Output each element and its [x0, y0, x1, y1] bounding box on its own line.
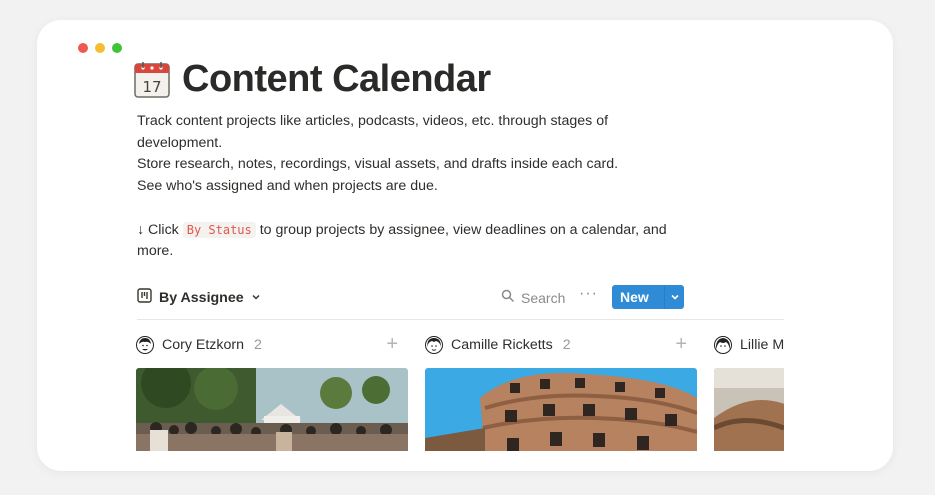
search-button[interactable]: Search	[501, 289, 565, 306]
view-label: By Assignee	[159, 289, 244, 306]
page-header: 17 Content Calendar	[134, 58, 491, 101]
avatar	[425, 336, 443, 354]
new-button[interactable]: New	[612, 289, 664, 305]
description-line-2: Store research, notes, recordings, visua…	[137, 156, 619, 173]
page-description: Track content projects like articles, po…	[137, 111, 697, 263]
column-name: Cory Etzkorn	[162, 337, 244, 353]
description-hint: ↓ Click By Status to group projects by a…	[137, 220, 697, 263]
avatar	[714, 336, 732, 354]
view-switcher[interactable]: By Assignee	[137, 288, 261, 307]
board-view: Cory Etzkorn 2 + Camille Ricketts 2 + Li…	[131, 327, 784, 451]
board-card[interactable]	[714, 368, 784, 451]
calendar-icon[interactable]: 17	[134, 61, 170, 99]
food-photo	[714, 368, 784, 451]
board-view-icon	[137, 288, 152, 307]
minimize-window-button[interactable]	[95, 43, 105, 53]
column-name: Lillie Ma	[740, 337, 784, 353]
chevron-down-icon	[670, 294, 679, 300]
new-button-group: New	[612, 285, 684, 309]
new-dropdown-button[interactable]	[665, 292, 684, 302]
close-window-button[interactable]	[78, 43, 88, 53]
description-line-1: Track content projects like articles, po…	[137, 113, 609, 151]
column-header[interactable]: Camille Ricketts 2	[425, 327, 697, 363]
search-icon	[501, 289, 515, 306]
page-title: Content Calendar	[182, 58, 491, 100]
board-card[interactable]	[136, 368, 408, 451]
column-name: Camille Ricketts	[451, 337, 553, 353]
board-column: Cory Etzkorn 2 +	[136, 327, 408, 451]
column-count: 2	[254, 337, 262, 353]
board-card[interactable]	[425, 368, 697, 451]
calendar-icon-number: 17	[142, 78, 161, 96]
column-count: 2	[562, 337, 571, 353]
add-card-icon[interactable]: +	[386, 334, 398, 354]
festival-photo	[136, 368, 408, 451]
avatar	[136, 336, 154, 354]
building-photo	[425, 368, 697, 451]
chevron-down-icon	[251, 290, 261, 306]
add-card-icon[interactable]: +	[675, 334, 687, 354]
column-header[interactable]: Lillie Ma	[714, 327, 784, 363]
board-column: Camille Ricketts 2 +	[425, 327, 697, 451]
more-options-button[interactable]: ···	[579, 285, 598, 303]
window-controls	[78, 43, 122, 53]
by-status-code: By Status	[182, 221, 256, 238]
hint-prefix: ↓ Click	[137, 221, 179, 238]
maximize-window-button[interactable]	[112, 43, 122, 53]
description-line-3: See who's assigned and when projects are…	[137, 178, 438, 195]
column-header[interactable]: Cory Etzkorn 2	[136, 327, 408, 363]
board-column: Lillie Ma	[714, 327, 784, 451]
database-toolbar: By Assignee Search ··· New	[137, 285, 784, 320]
search-label: Search	[521, 289, 566, 306]
